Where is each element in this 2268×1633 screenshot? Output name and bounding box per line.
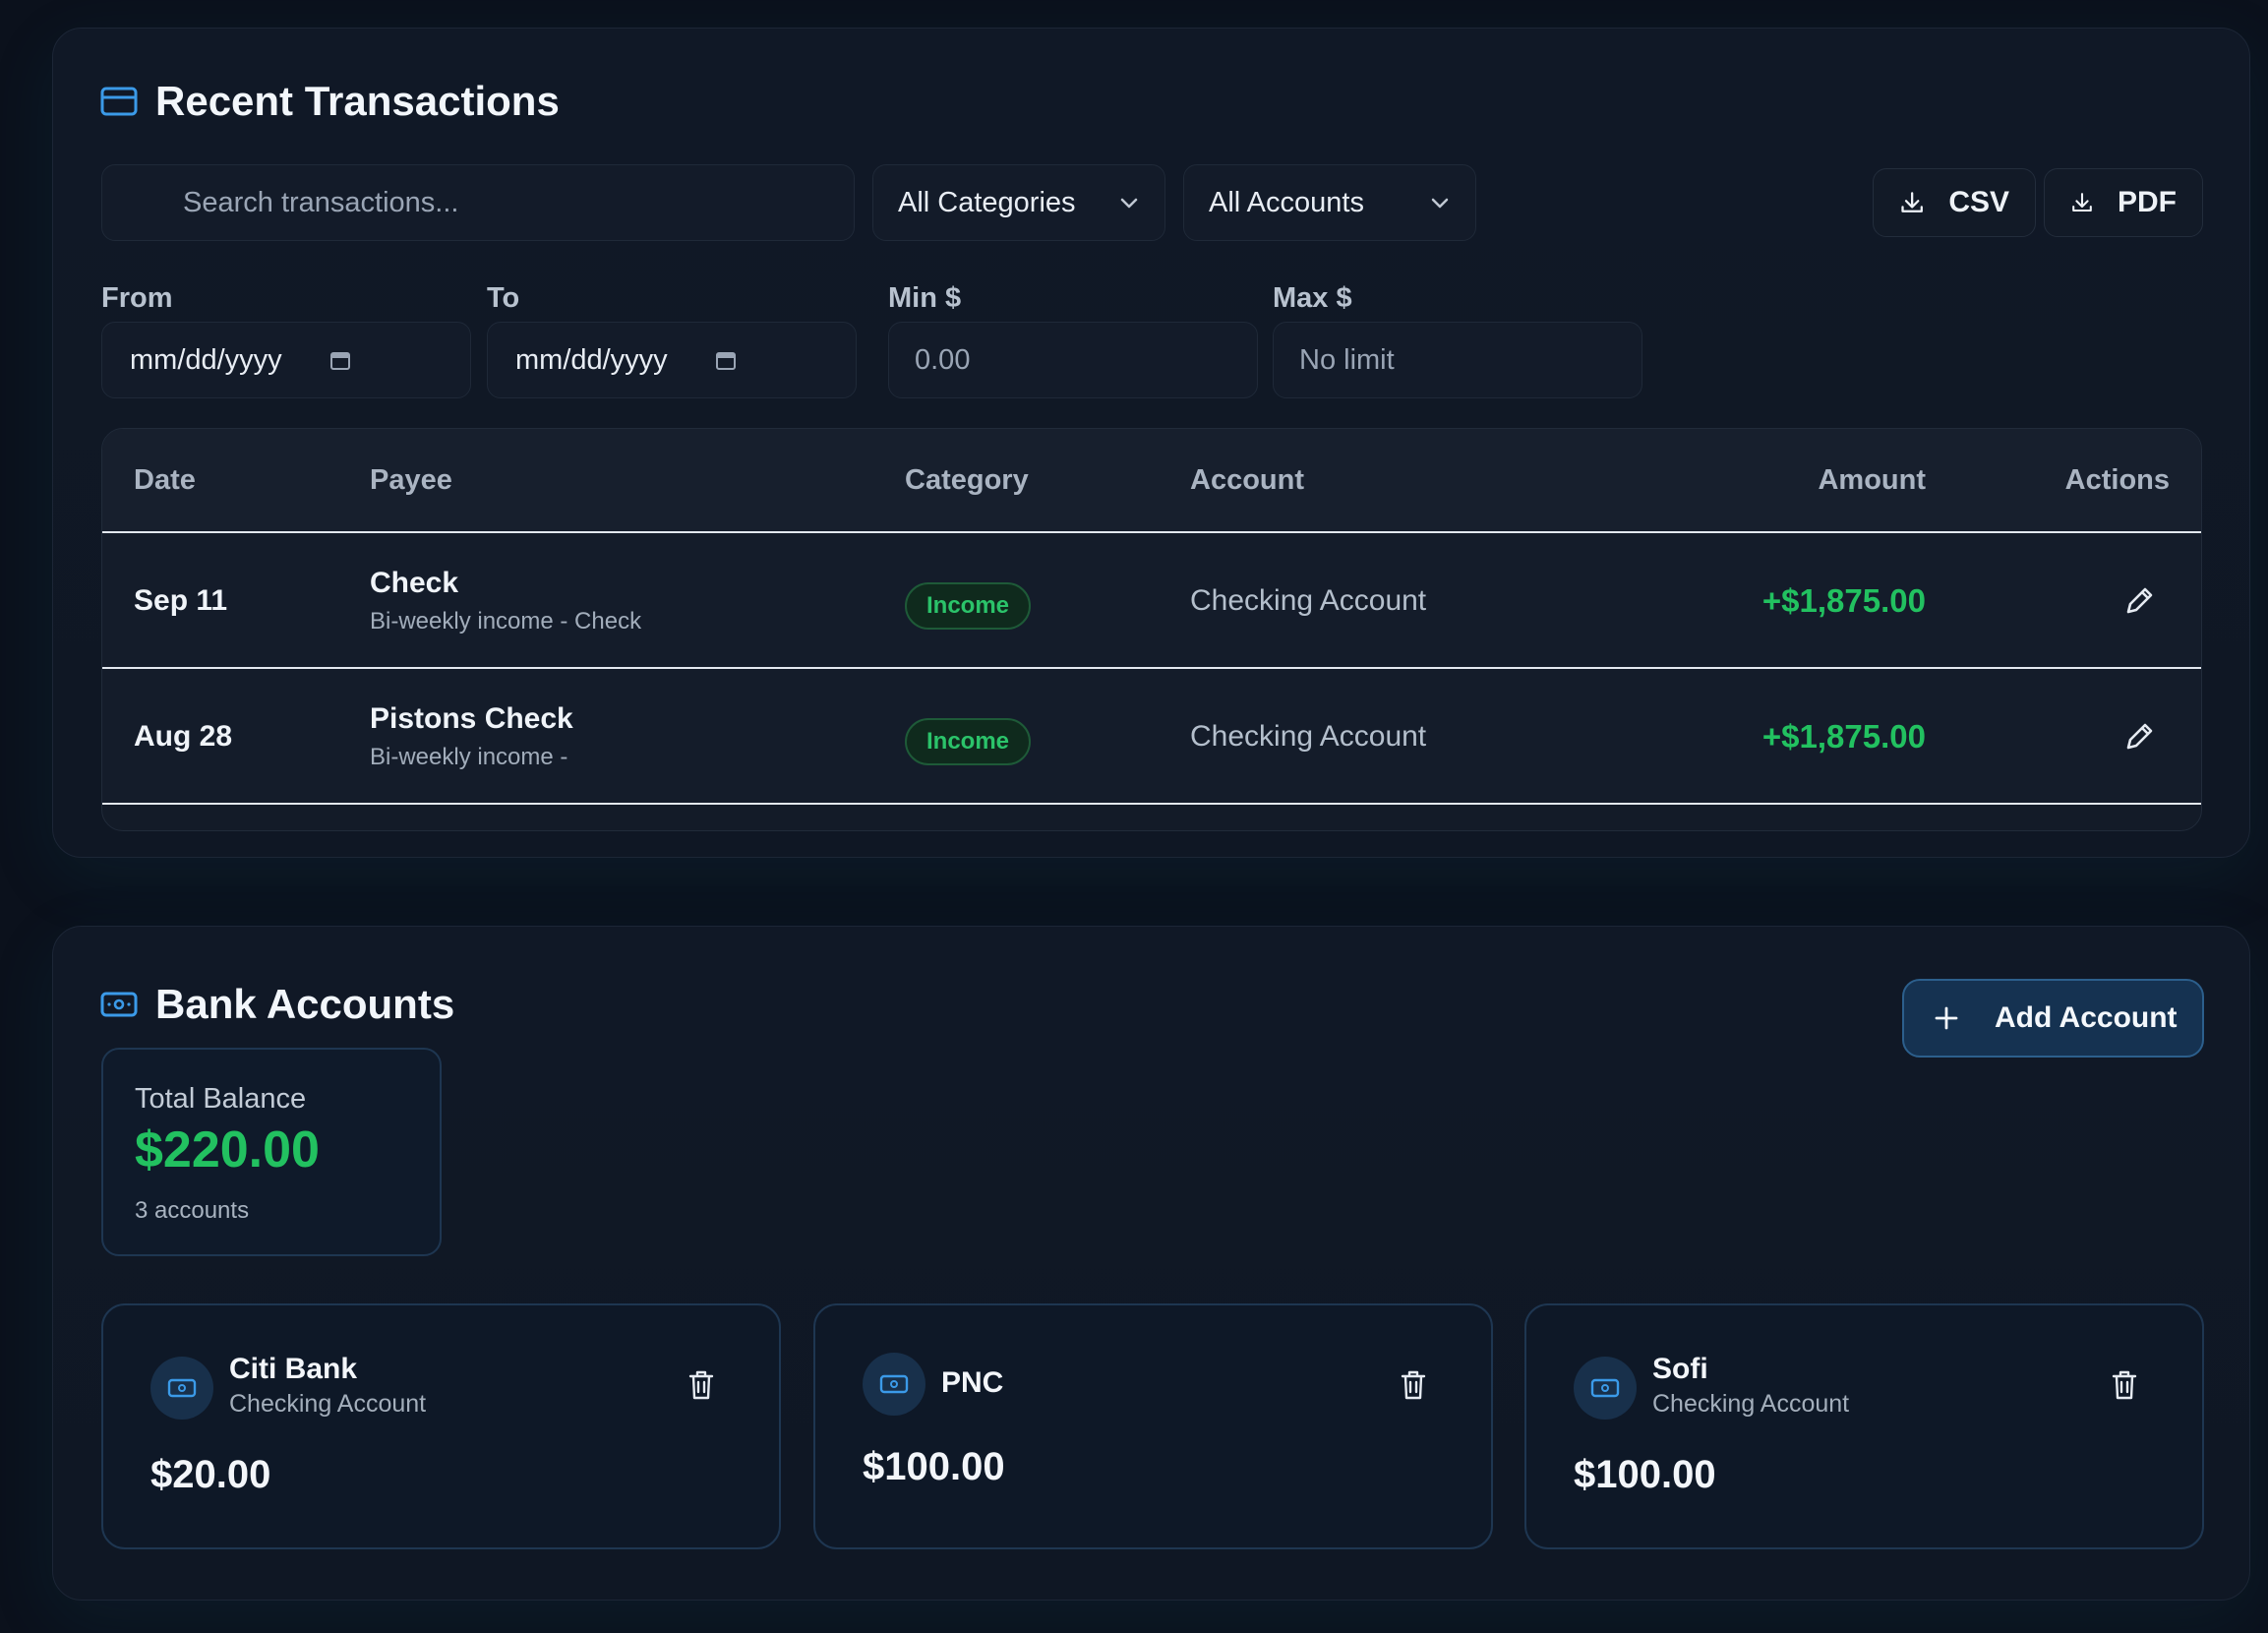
credit-card-icon xyxy=(100,87,138,116)
bank-accounts-header: Bank Accounts xyxy=(100,981,454,1028)
row-amount: +$1,875.00 xyxy=(1761,718,1926,755)
category-select-value: All Categories xyxy=(898,186,1076,218)
category-badge: Income xyxy=(905,582,1032,630)
transactions-header: Recent Transactions xyxy=(100,78,560,125)
column-header-amount[interactable]: Amount xyxy=(1818,464,1926,497)
pencil-icon[interactable] xyxy=(2122,584,2156,618)
account-card-sofi[interactable]: Sofi Checking Account $100.00 xyxy=(1524,1303,2204,1549)
total-balance-card: Total Balance $220.00 3 accounts xyxy=(101,1048,442,1256)
total-balance-value: $220.00 xyxy=(135,1121,320,1179)
banknote-icon xyxy=(1590,1378,1620,1398)
search-input[interactable]: Search transactions... xyxy=(101,164,855,241)
row-payee: Pistons Check Bi-weekly income - xyxy=(370,702,573,771)
add-account-button[interactable]: Add Account xyxy=(1902,979,2204,1058)
chevron-down-icon xyxy=(1120,198,1138,209)
from-date-input[interactable]: mm/dd/yyyy xyxy=(101,322,471,398)
account-card-citi-bank[interactable]: Citi Bank Checking Account $20.00 xyxy=(101,1303,781,1549)
row-date: Sep 11 xyxy=(134,584,228,617)
calendar-icon[interactable] xyxy=(715,349,737,371)
column-header-date[interactable]: Date xyxy=(134,464,196,497)
banknote-icon xyxy=(100,992,138,1017)
to-label: To xyxy=(487,282,520,314)
to-date-placeholder: mm/dd/yyyy xyxy=(515,343,668,376)
row-date: Aug 28 xyxy=(134,720,233,753)
max-amount-placeholder: No limit xyxy=(1299,343,1395,376)
account-card-pnc[interactable]: PNC $100.00 xyxy=(813,1303,1493,1549)
column-header-payee[interactable]: Payee xyxy=(370,464,452,497)
table-header: Date Payee Category Account Amount Actio… xyxy=(102,429,2201,533)
max-label: Max $ xyxy=(1273,282,1352,314)
pencil-icon[interactable] xyxy=(2122,720,2156,754)
download-icon xyxy=(1901,192,1923,212)
payee-description: Bi-weekly income - Check xyxy=(370,608,642,635)
transactions-table: Date Payee Category Account Amount Actio… xyxy=(101,428,2202,831)
chevron-down-icon xyxy=(1431,198,1449,209)
add-account-label: Add Account xyxy=(1995,1001,2178,1034)
min-amount-input[interactable]: 0.00 xyxy=(888,322,1258,398)
category-select[interactable]: All Categories xyxy=(872,164,1165,241)
row-account: Checking Account xyxy=(1190,584,1427,617)
trash-icon[interactable] xyxy=(686,1368,716,1402)
plus-icon xyxy=(1935,1006,1958,1030)
export-csv-label: CSV xyxy=(1948,186,2009,218)
download-icon xyxy=(2072,193,2092,212)
account-count: 3 accounts xyxy=(135,1197,250,1224)
from-date-placeholder: mm/dd/yyyy xyxy=(130,343,282,376)
export-csv-button[interactable]: CSV xyxy=(1873,168,2036,237)
row-amount: +$1,875.00 xyxy=(1761,582,1926,619)
transactions-title: Recent Transactions xyxy=(155,78,560,124)
min-label: Min $ xyxy=(888,282,962,314)
banknote-icon xyxy=(879,1374,909,1394)
column-header-category[interactable]: Category xyxy=(905,464,1029,497)
to-date-input[interactable]: mm/dd/yyyy xyxy=(487,322,857,398)
column-header-account[interactable]: Account xyxy=(1190,464,1304,497)
account-balance: $100.00 xyxy=(1574,1453,1716,1496)
trash-icon[interactable] xyxy=(1399,1368,1428,1402)
transactions-panel: Recent Transactions Search transactions.… xyxy=(52,28,2250,858)
payee-name: Pistons Check xyxy=(370,702,573,735)
category-badge: Income xyxy=(905,718,1032,765)
export-pdf-label: PDF xyxy=(2118,186,2177,218)
account-name: Citi Bank xyxy=(229,1353,358,1385)
bank-icon-badge xyxy=(150,1357,213,1420)
min-amount-placeholder: 0.00 xyxy=(915,343,971,376)
payee-description: Bi-weekly income - xyxy=(370,744,568,770)
table-row[interactable]: Sep 11 Check Bi-weekly income - Check In… xyxy=(102,533,2201,669)
search-placeholder: Search transactions... xyxy=(183,186,459,218)
account-select[interactable]: All Accounts xyxy=(1183,164,1476,241)
trash-icon[interactable] xyxy=(2110,1368,2139,1402)
account-name: PNC xyxy=(941,1366,1004,1399)
row-payee: Check Bi-weekly income - Check xyxy=(370,567,641,635)
max-amount-input[interactable]: No limit xyxy=(1273,322,1642,398)
banknote-icon xyxy=(167,1378,197,1398)
total-balance-label: Total Balance xyxy=(135,1083,307,1115)
table-row[interactable]: Aug 28 Pistons Check Bi-weekly income - … xyxy=(102,669,2201,805)
bank-icon-badge xyxy=(863,1353,925,1416)
column-header-actions: Actions xyxy=(2064,464,2170,496)
row-account: Checking Account xyxy=(1190,720,1427,753)
account-balance: $20.00 xyxy=(150,1453,271,1496)
from-label: From xyxy=(101,282,173,314)
export-pdf-button[interactable]: PDF xyxy=(2044,168,2203,237)
bank-icon-badge xyxy=(1574,1357,1637,1420)
account-select-value: All Accounts xyxy=(1209,186,1364,218)
bank-accounts-panel: Bank Accounts Add Account Total Balance … xyxy=(52,926,2250,1601)
payee-name: Check xyxy=(370,567,459,599)
bank-accounts-title: Bank Accounts xyxy=(155,981,455,1027)
account-type: Checking Account xyxy=(1652,1390,1850,1418)
account-name: Sofi xyxy=(1652,1353,1708,1385)
account-balance: $100.00 xyxy=(863,1445,1005,1488)
calendar-icon[interactable] xyxy=(329,349,351,371)
account-type: Checking Account xyxy=(229,1390,427,1418)
